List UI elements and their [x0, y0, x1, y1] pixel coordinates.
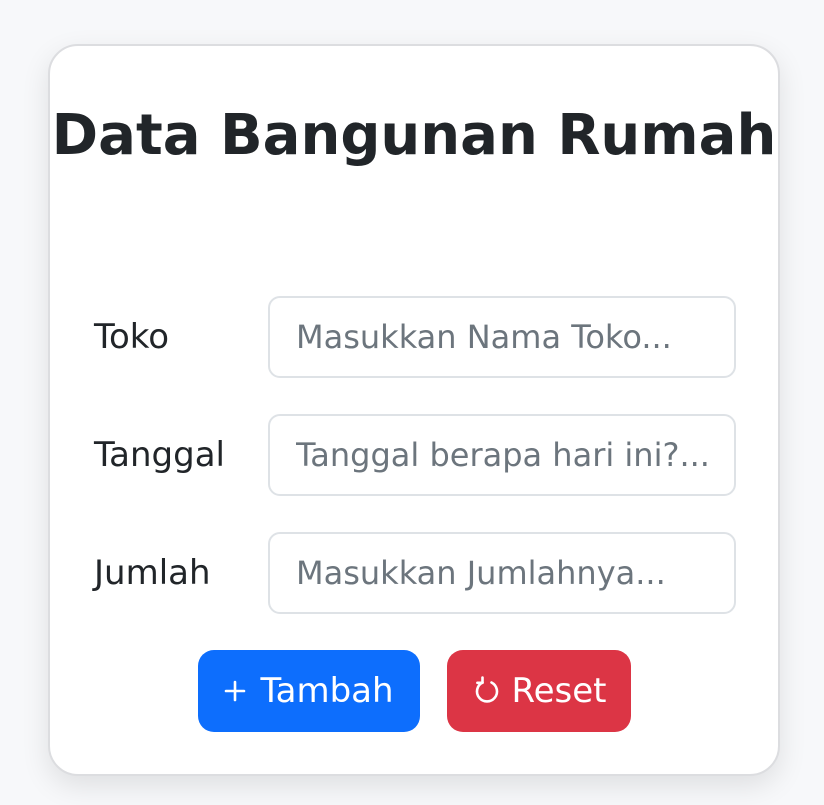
field-row-tanggal: Tanggal: [94, 414, 736, 496]
toko-input[interactable]: [268, 296, 736, 378]
reset-button-label: Reset: [511, 671, 607, 711]
toko-label: Toko: [94, 317, 170, 357]
field-row-jumlah: Jumlah: [94, 532, 736, 614]
jumlah-input[interactable]: [268, 532, 736, 614]
tanggal-label: Tanggal: [94, 435, 225, 475]
tanggal-input[interactable]: [268, 414, 736, 496]
add-button[interactable]: Tambah: [198, 650, 420, 732]
field-row-toko: Toko: [94, 296, 736, 378]
plus-icon: [224, 680, 246, 702]
form-card: Data Bangunan Rumah Toko Tanggal Jumlah …: [48, 44, 780, 776]
reset-icon: [472, 676, 502, 706]
reset-button[interactable]: Reset: [447, 650, 631, 732]
jumlah-label: Jumlah: [94, 553, 211, 593]
add-button-label: Tambah: [260, 671, 394, 711]
page-title: Data Bangunan Rumah: [51, 103, 777, 168]
